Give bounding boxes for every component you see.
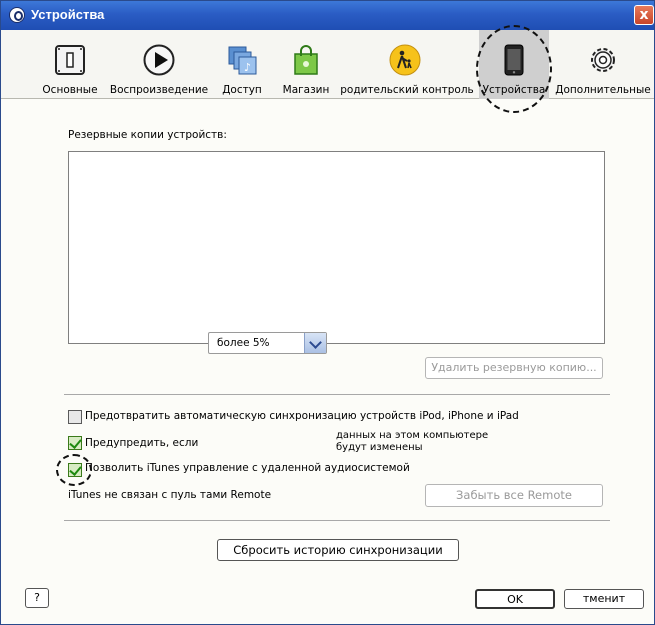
dialog-footer: ? OK тменит [1, 576, 654, 624]
tab-parental-label: родительский контроль [340, 84, 474, 96]
svg-text:♪: ♪ [244, 61, 251, 74]
parental-icon [389, 44, 421, 76]
backups-list[interactable] [68, 151, 605, 344]
divider [64, 520, 610, 521]
remote-label: Позволить iTunes управление с удаленной … [85, 462, 410, 474]
warn-threshold-value: более 5% [217, 337, 270, 349]
tab-store[interactable]: Магазин [281, 30, 331, 99]
chevron-down-icon [304, 333, 326, 353]
warn-threshold-select[interactable]: более 5% [208, 332, 327, 354]
tab-advanced[interactable]: Дополнительные [553, 30, 653, 99]
divider [64, 394, 610, 395]
store-bag-icon [294, 45, 318, 75]
warn-suffix-line2: будут изменены [336, 442, 423, 453]
forget-remotes-button[interactable]: Забыть все Remote [425, 484, 603, 507]
window-title: Устройства [31, 7, 105, 22]
tab-sharing-label: Доступ [222, 84, 262, 96]
tab-advanced-label: Дополнительные [555, 84, 651, 96]
tab-playback-label: Воспроизведение [109, 84, 209, 96]
itunes-icon [9, 7, 25, 23]
tab-general-label: Основные [42, 84, 98, 96]
warn-checkbox[interactable] [68, 436, 82, 450]
play-icon [143, 44, 175, 76]
title-bar: Устройства x [1, 1, 654, 30]
highlight-circle-remote-checkbox [56, 454, 92, 486]
close-button[interactable]: x [634, 5, 654, 25]
tab-sharing[interactable]: ♪ Доступ [217, 30, 267, 99]
cancel-button[interactable]: тменит [564, 589, 644, 609]
prevent-sync-checkbox[interactable] [68, 410, 82, 424]
tab-general[interactable]: Основные [39, 30, 101, 99]
warn-suffix-line1: данных на этом компьютере [336, 430, 489, 441]
warn-label: Предупредить, если [85, 437, 199, 449]
general-icon [55, 45, 85, 75]
ok-button[interactable]: OK [475, 589, 555, 609]
sharing-icon: ♪ [228, 46, 257, 75]
delete-backup-button[interactable]: Удалить резервную копию... [425, 357, 603, 379]
devices-pane: Резервные копии устройств: Удалить резер… [1, 99, 654, 571]
tab-store-label: Магазин [282, 84, 330, 96]
reset-sync-history-button[interactable]: Сбросить историю синхронизации [217, 539, 459, 561]
preferences-toolbar: Основные Воспроизведение ♪ Доступ Магази… [1, 30, 654, 99]
help-button[interactable]: ? [25, 588, 49, 608]
tab-playback[interactable]: Воспроизведение [105, 30, 213, 99]
prevent-sync-label: Предотвратить автоматическую синхронизац… [85, 410, 519, 422]
advanced-gear-icon [591, 48, 615, 72]
tab-parental[interactable]: родительский контроль [335, 30, 479, 99]
remote-status-text: iTunes не связан с пуль тами Remote [68, 489, 272, 501]
preferences-window: Устройства x Основные Воспроизведение ♪ … [0, 0, 655, 625]
backups-label: Резервные копии устройств: [68, 129, 227, 141]
